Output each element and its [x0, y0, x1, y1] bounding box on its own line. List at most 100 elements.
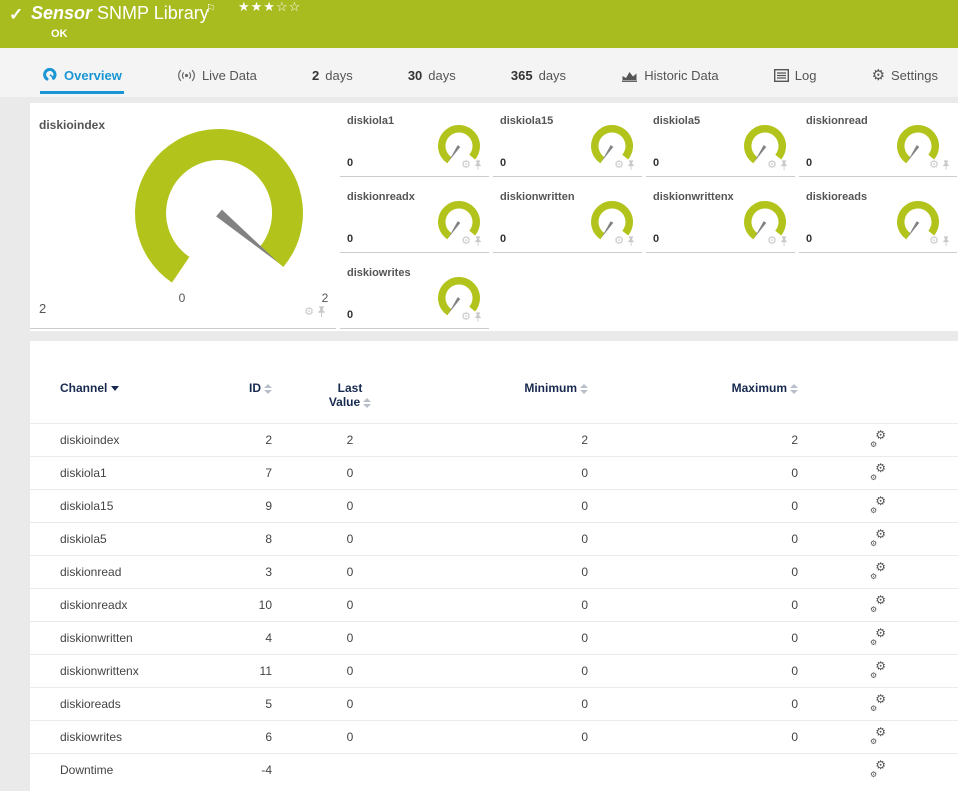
cell-last-value: 0: [272, 489, 428, 523]
gear-icon[interactable]: ⚙: [929, 160, 939, 171]
gauge-min-label: 0: [178, 291, 186, 305]
gauge-value: 0: [500, 233, 507, 245]
channel-settings-icon[interactable]: ⚙ ⚙: [870, 494, 886, 515]
cell-channel: diskioindex: [30, 423, 210, 457]
tab-log[interactable]: Log: [772, 60, 819, 94]
sort-icon: [264, 383, 272, 394]
tab-label: Overview: [64, 67, 122, 83]
gear-icon[interactable]: ⚙: [304, 306, 314, 318]
channel-settings-icon[interactable]: ⚙ ⚙: [870, 527, 886, 548]
gear-icon[interactable]: ⚙: [767, 236, 777, 247]
cell-last-value: 0: [272, 654, 428, 688]
gauge-value: 2: [39, 301, 47, 316]
tab-label: Settings: [891, 67, 938, 83]
cell-minimum: 0: [428, 654, 588, 688]
column-header-minimum[interactable]: Minimum: [428, 375, 588, 424]
cell-channel: diskionwrittenx: [30, 654, 210, 688]
column-header-id[interactable]: ID: [210, 375, 272, 424]
tab-label: days: [538, 67, 567, 83]
cell-actions: ⚙ ⚙: [798, 456, 958, 490]
gear-icon[interactable]: ⚙: [461, 160, 471, 171]
pin-icon[interactable]: [942, 160, 950, 171]
channel-table-panel: Channel ID Last Value Minimum Maximum di…: [30, 341, 958, 791]
cell-actions: ⚙ ⚙: [798, 423, 958, 457]
gauge-channel-name: diskiowrites: [347, 267, 411, 279]
channel-settings-icon[interactable]: ⚙ ⚙: [870, 725, 886, 746]
cell-id: 2: [210, 423, 272, 457]
tab-365-days[interactable]: 365 days: [509, 60, 568, 94]
gauge-grid: diskioindex 0 2 2 ⚙ diskiola1 0 ⚙ diskio…: [30, 109, 958, 329]
priority-stars[interactable]: ★★★☆☆: [238, 0, 301, 15]
cell-channel: diskionreadx: [30, 588, 210, 622]
pin-icon[interactable]: [780, 236, 788, 247]
pin-icon[interactable]: [627, 236, 635, 247]
gear-icon[interactable]: ⚙: [461, 236, 471, 247]
gauge-tile-diskionwrittenx: diskionwrittenx 0 ⚙: [646, 185, 795, 253]
tab-settings[interactable]: ⚙ Settings: [870, 60, 940, 94]
cell-minimum: 0: [428, 456, 588, 490]
column-header-maximum[interactable]: Maximum: [588, 375, 798, 424]
gear-icon[interactable]: ⚙: [929, 236, 939, 247]
channel-table: Channel ID Last Value Minimum Maximum di…: [30, 375, 958, 787]
cell-maximum: 0: [588, 654, 798, 688]
tab-2-days[interactable]: 2 days: [310, 60, 355, 94]
tab-label: Live Data: [201, 67, 257, 83]
gauge-channel-name: diskionread: [806, 115, 868, 127]
cell-minimum: 0: [428, 720, 588, 754]
gear-icon[interactable]: ⚙: [614, 160, 624, 171]
tab-historic-data[interactable]: Historic Data: [619, 60, 720, 94]
tab-overview[interactable]: Overview: [40, 60, 124, 94]
tab-number: 365: [510, 67, 533, 83]
channel-settings-icon[interactable]: ⚙ ⚙: [870, 626, 886, 647]
cell-id: -4: [210, 753, 272, 787]
gear-icon: ⚙: [871, 66, 886, 84]
sort-icon: [790, 383, 798, 394]
table-row: diskionread 3 0 0 0 ⚙ ⚙: [30, 555, 958, 589]
status-check-icon: ✓: [9, 5, 24, 24]
gauge-tile-diskioreads: diskioreads 0 ⚙: [799, 185, 957, 253]
tab-label: days: [428, 67, 456, 83]
pin-icon[interactable]: [627, 160, 635, 171]
cell-minimum: [428, 753, 588, 787]
table-header-row: Channel ID Last Value Minimum Maximum: [30, 375, 958, 424]
channel-settings-icon[interactable]: ⚙ ⚙: [870, 758, 886, 779]
tab-live-data[interactable]: Live Data: [175, 60, 259, 94]
tile-actions: ⚙: [929, 160, 950, 171]
gauge-tile-primary: diskioindex 0 2 2 ⚙: [30, 109, 336, 329]
table-row: diskiola5 8 0 0 0 ⚙ ⚙: [30, 522, 958, 556]
channel-settings-icon[interactable]: ⚙ ⚙: [870, 659, 886, 680]
cell-channel: diskiola5: [30, 522, 210, 556]
cell-minimum: 0: [428, 687, 588, 721]
column-header-last-value[interactable]: Last Value: [272, 375, 428, 424]
pin-icon[interactable]: [317, 306, 326, 318]
cell-actions: ⚙ ⚙: [798, 687, 958, 721]
gear-icon[interactable]: ⚙: [614, 236, 624, 247]
cell-channel: diskionread: [30, 555, 210, 589]
channel-settings-icon[interactable]: ⚙ ⚙: [870, 692, 886, 713]
channel-settings-icon[interactable]: ⚙ ⚙: [870, 461, 886, 482]
gear-icon[interactable]: ⚙: [461, 312, 471, 323]
cell-last-value: 0: [272, 720, 428, 754]
gauge-tile-diskionread: diskionread 0 ⚙: [799, 109, 957, 177]
tab-30-days[interactable]: 30 days: [406, 60, 458, 94]
channel-settings-icon[interactable]: ⚙ ⚙: [870, 560, 886, 581]
cell-maximum: 0: [588, 621, 798, 655]
cell-actions: ⚙ ⚙: [798, 522, 958, 556]
channel-settings-icon[interactable]: ⚙ ⚙: [870, 428, 886, 449]
gauge-tile-diskiowrites: diskiowrites 0 ⚙: [340, 261, 489, 329]
tile-actions: ⚙: [614, 236, 635, 247]
flag-icon[interactable]: ⚐: [206, 2, 216, 15]
pin-icon[interactable]: [474, 160, 482, 171]
pin-icon[interactable]: [942, 236, 950, 247]
gauge-channel-name: diskiola15: [500, 115, 554, 127]
pin-icon[interactable]: [780, 160, 788, 171]
column-header-channel[interactable]: Channel: [30, 375, 210, 424]
gear-icon[interactable]: ⚙: [767, 160, 777, 171]
pin-icon[interactable]: [474, 236, 482, 247]
gauge-value: 0: [347, 309, 354, 321]
channel-settings-icon[interactable]: ⚙ ⚙: [870, 593, 886, 614]
pin-icon[interactable]: [474, 312, 482, 323]
cell-minimum: 0: [428, 555, 588, 589]
table-row: diskionwritten 4 0 0 0 ⚙ ⚙: [30, 621, 958, 655]
cell-id: 7: [210, 456, 272, 490]
